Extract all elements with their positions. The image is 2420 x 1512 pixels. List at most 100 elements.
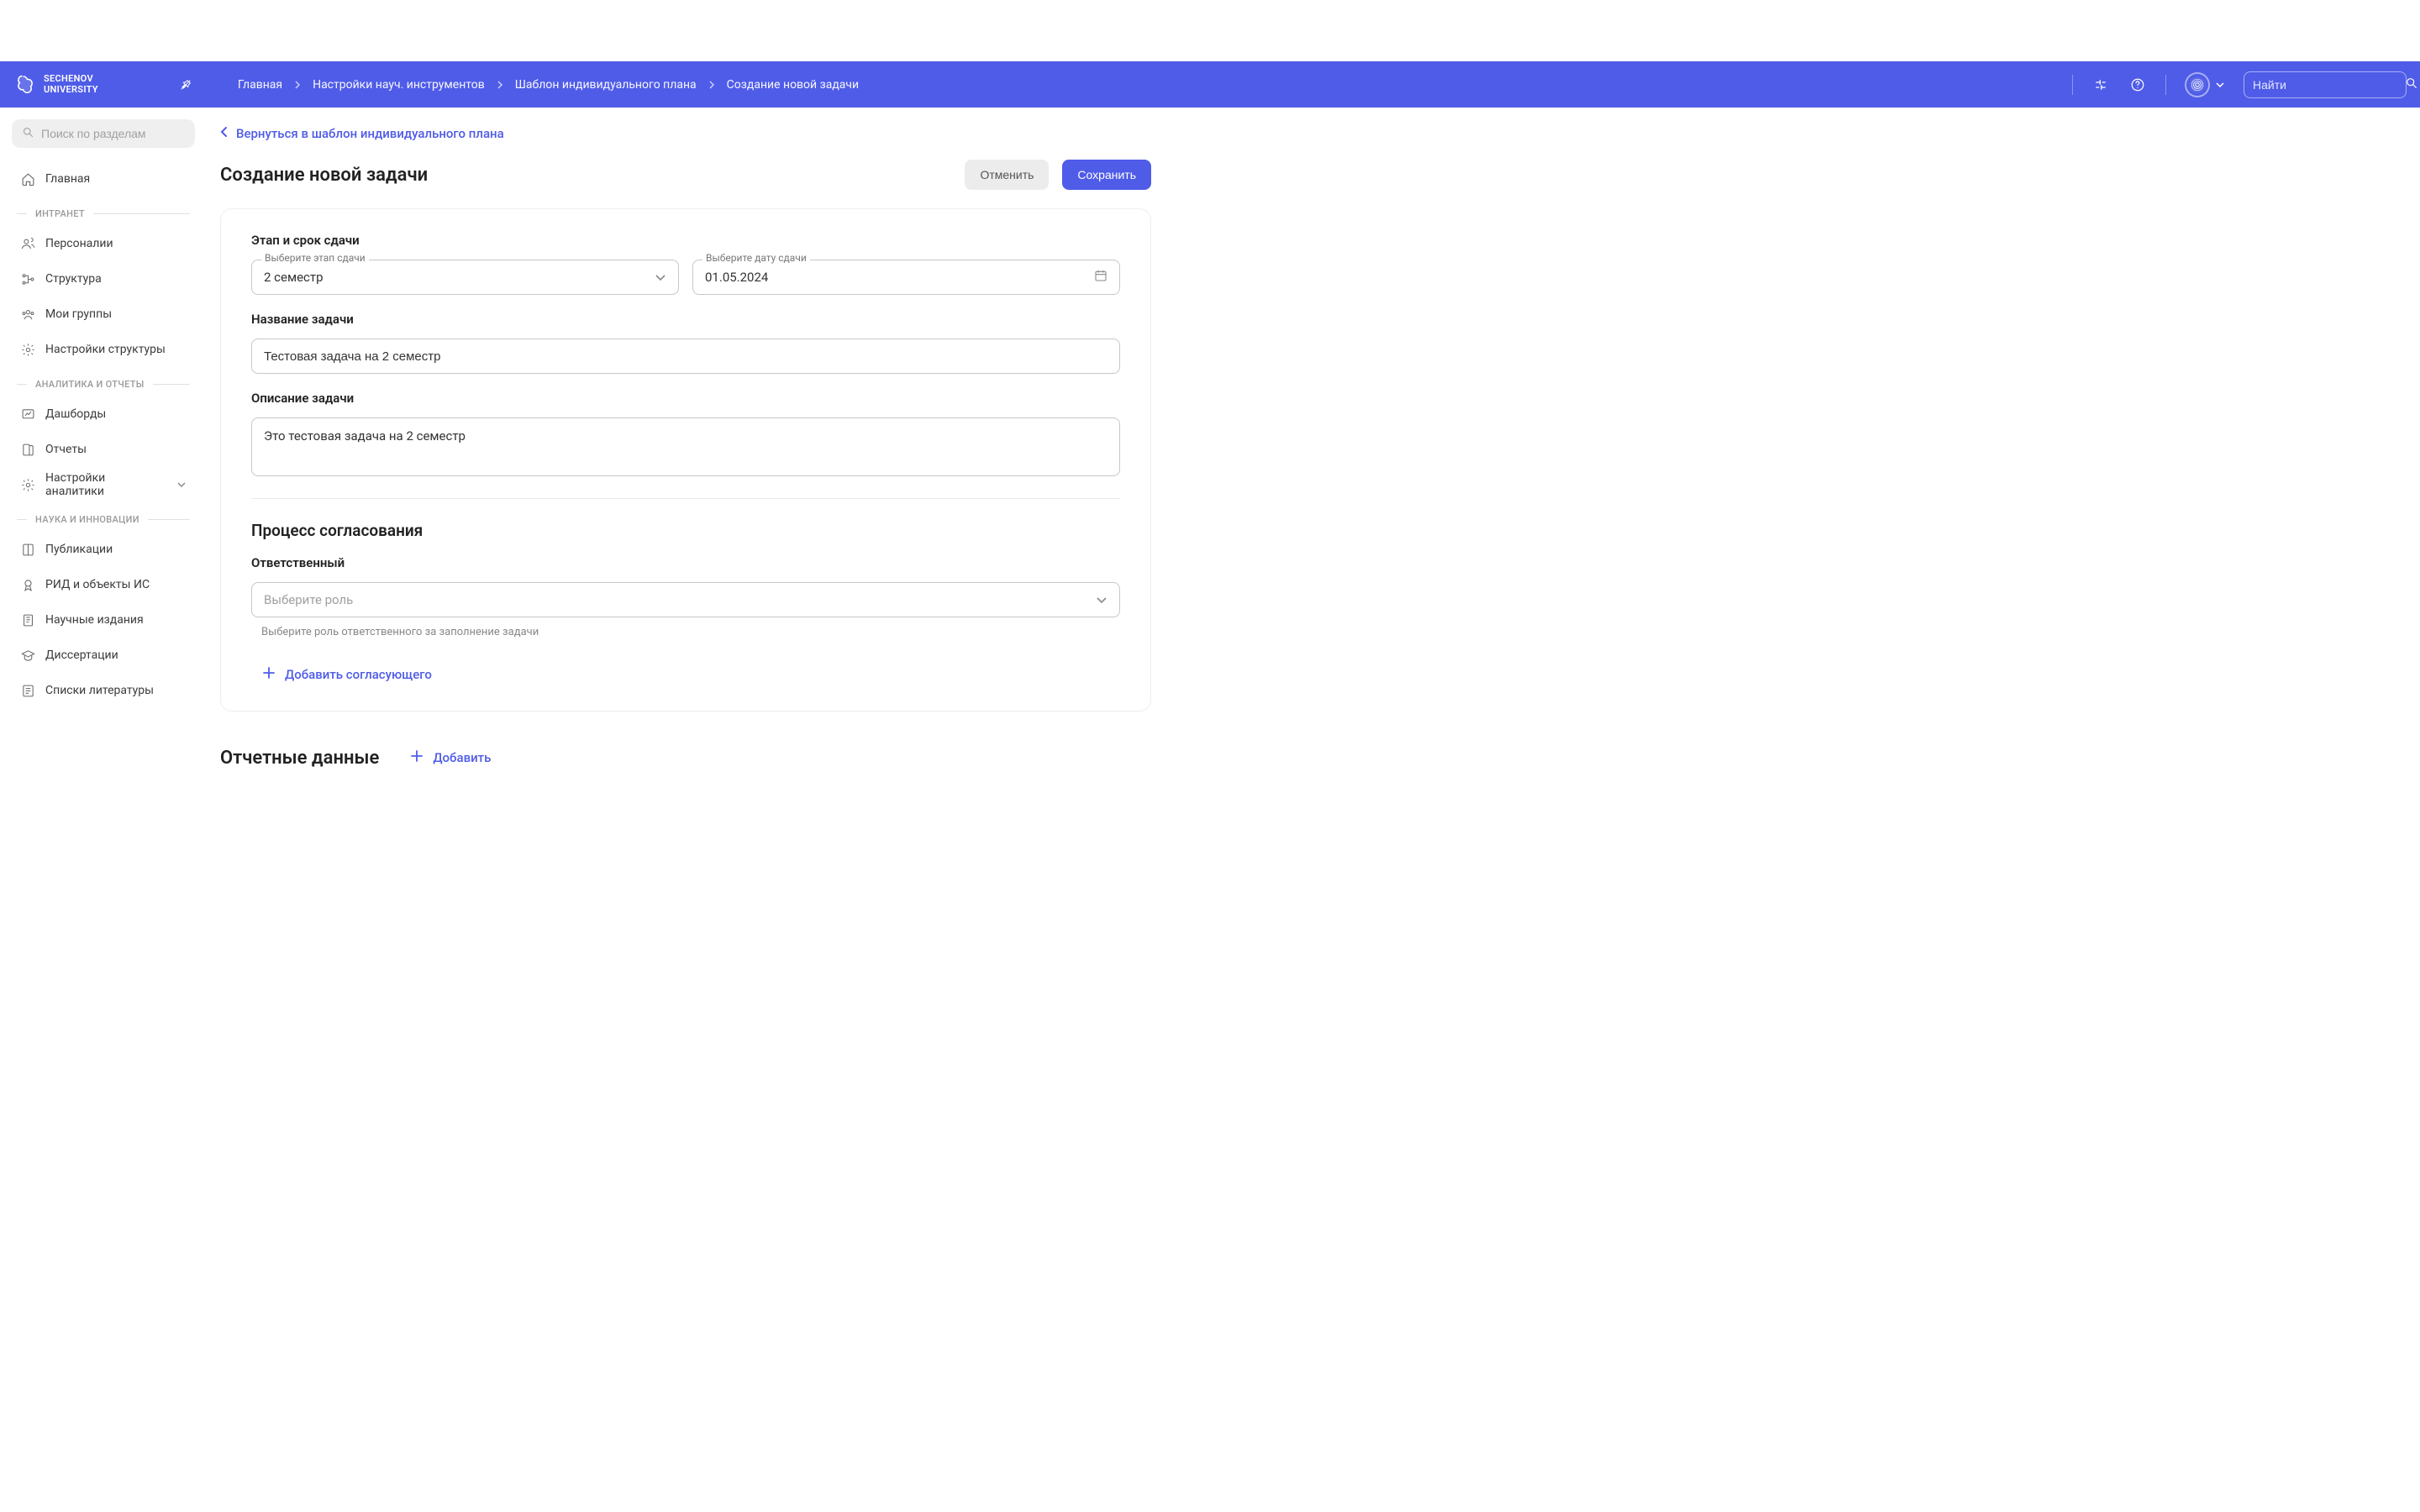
blank-region xyxy=(0,0,2420,61)
add-report-button[interactable]: Добавить xyxy=(399,745,502,770)
sidebar-item-dissertacii[interactable]: Диссертации xyxy=(12,638,195,673)
gear-icon xyxy=(20,342,35,357)
sidebar-item-label: Настройки аналитики xyxy=(45,471,166,498)
journal-icon xyxy=(20,612,35,627)
add-approver-button[interactable]: Добавить согласующего xyxy=(251,662,444,687)
search-icon xyxy=(2405,76,2418,93)
sidebar-item-rid[interactable]: РИД и объекты ИС xyxy=(12,567,195,602)
book-icon xyxy=(20,542,35,557)
brain-logo-icon xyxy=(13,73,37,97)
stage-legend: Выберите этап сдачи xyxy=(261,252,369,264)
sidebar-search[interactable] xyxy=(12,119,195,148)
sidebar-item-label: Списки литературы xyxy=(45,684,154,697)
date-value: 01.05.2024 xyxy=(705,270,1094,285)
sidebar-item-label: Мои группы xyxy=(45,307,112,321)
task-name-wrapper xyxy=(251,339,1120,374)
divider xyxy=(2165,75,2166,95)
responsible-select[interactable]: Выберите роль xyxy=(251,582,1120,617)
sidebar-item-otchety[interactable]: Отчеты xyxy=(12,432,195,467)
sidebar-item-nastroiki-struktury[interactable]: Настройки структуры xyxy=(12,332,195,367)
sidebar-section-analytics: АНАЛИТИКА И ОТЧЕТЫ xyxy=(12,379,195,390)
sidebar: Главная ИНТРАНЕТ Персоналии Структура Мо… xyxy=(0,108,207,821)
dashboard-icon xyxy=(20,407,35,422)
app-header: SECHENOV UNIVERSITY Главная Настройки на… xyxy=(0,61,2420,108)
main-content: Вернуться в шаблон индивидуального плана… xyxy=(207,108,1165,821)
report-icon xyxy=(20,442,35,457)
sidebar-item-spiski-literatury[interactable]: Списки литературы xyxy=(12,673,195,708)
settings-sliders-icon[interactable] xyxy=(2091,76,2110,94)
report-section-row: Отчетные данные Добавить xyxy=(220,745,1151,770)
help-icon[interactable] xyxy=(2128,76,2147,94)
search-icon xyxy=(22,126,34,142)
breadcrumb-item[interactable]: Настройки науч. инструментов xyxy=(313,78,485,92)
global-search[interactable] xyxy=(2244,71,2407,98)
breadcrumb: Главная Настройки науч. инструментов Шаб… xyxy=(238,78,2055,92)
breadcrumb-item[interactable]: Создание новой задачи xyxy=(727,78,859,92)
stage-fieldset: Выберите этап сдачи 2 семестр xyxy=(251,260,679,295)
responsible-helper: Выберите роль ответственного за заполнен… xyxy=(251,626,1120,638)
group-icon xyxy=(20,307,35,322)
task-desc-wrapper xyxy=(251,417,1120,476)
plus-icon xyxy=(263,667,275,682)
sidebar-item-label: Научные издания xyxy=(45,613,144,627)
sidebar-search-input[interactable] xyxy=(41,127,193,140)
sidebar-item-nauch-izdaniya[interactable]: Научные издания xyxy=(12,602,195,638)
stage-value: 2 семестр xyxy=(264,270,655,285)
task-name-input[interactable] xyxy=(264,349,1107,364)
chevron-right-icon xyxy=(497,80,503,90)
stage-heading: Этап и срок сдачи xyxy=(251,233,1120,248)
chevron-right-icon xyxy=(708,80,715,90)
avatar-icon xyxy=(2185,72,2210,97)
form-card: Этап и срок сдачи Выберите этап сдачи 2 … xyxy=(220,208,1151,711)
chevron-left-icon xyxy=(220,126,228,141)
sidebar-item-label: Отчеты xyxy=(45,443,87,456)
sidebar-item-label: Персоналии xyxy=(45,237,113,250)
sidebar-item-label: Диссертации xyxy=(45,648,118,662)
chevron-down-icon xyxy=(176,478,187,491)
sidebar-item-publikacii[interactable]: Публикации xyxy=(12,532,195,567)
sidebar-item-label: Дашборды xyxy=(45,407,106,421)
sidebar-item-label: Структура xyxy=(45,272,102,286)
home-icon xyxy=(20,171,35,186)
graduation-cap-icon xyxy=(20,648,35,663)
plus-icon xyxy=(411,750,423,765)
breadcrumb-item[interactable]: Главная xyxy=(238,78,282,92)
cancel-button[interactable]: Отменить xyxy=(965,160,1049,190)
sidebar-item-moi-gruppy[interactable]: Мои группы xyxy=(12,297,195,332)
date-fieldset: Выберите дату сдачи 01.05.2024 xyxy=(692,260,1120,295)
divider xyxy=(2072,75,2073,95)
stage-select[interactable]: 2 семестр xyxy=(251,260,679,295)
list-icon xyxy=(20,683,35,698)
sidebar-item-struktura[interactable]: Структура xyxy=(12,261,195,297)
date-picker[interactable]: 01.05.2024 xyxy=(692,260,1120,295)
date-legend: Выберите дату сдачи xyxy=(702,252,810,264)
chevron-down-icon xyxy=(655,270,666,285)
users-icon xyxy=(20,236,35,251)
back-link[interactable]: Вернуться в шаблон индивидуального плана xyxy=(220,123,504,144)
sidebar-item-label: Настройки структуры xyxy=(45,343,166,356)
divider xyxy=(251,498,1120,499)
header-actions xyxy=(2072,71,2407,98)
chevron-down-icon xyxy=(1096,592,1107,607)
sidebar-item-nastroiki-analitiki[interactable]: Настройки аналитики xyxy=(12,467,195,502)
search-input[interactable] xyxy=(2253,78,2405,92)
pin-toggle[interactable] xyxy=(174,73,197,97)
sidebar-section-science: НАУКА И ИННОВАЦИИ xyxy=(12,514,195,525)
responsible-placeholder: Выберите роль xyxy=(264,592,1096,607)
breadcrumb-item[interactable]: Шаблон индивидуального плана xyxy=(515,78,697,92)
title-row: Создание новой задачи Отменить Сохранить xyxy=(220,160,1151,190)
sidebar-item-dashbordy[interactable]: Дашборды xyxy=(12,396,195,432)
sidebar-item-personalii[interactable]: Персоналии xyxy=(12,226,195,261)
approval-heading: Процесс согласования xyxy=(251,521,1120,540)
brand-logo[interactable]: SECHENOV UNIVERSITY xyxy=(13,73,98,97)
task-desc-label: Описание задачи xyxy=(251,391,1120,406)
sidebar-item-label: Главная xyxy=(45,172,90,186)
award-icon xyxy=(20,577,35,592)
user-menu[interactable] xyxy=(2185,72,2225,97)
task-desc-input[interactable] xyxy=(264,428,1107,465)
page-title: Создание новой задачи xyxy=(220,165,428,186)
chevron-right-icon xyxy=(294,80,301,90)
save-button[interactable]: Сохранить xyxy=(1062,160,1151,190)
sidebar-item-home[interactable]: Главная xyxy=(12,161,195,197)
sidebar-section-intranet: ИНТРАНЕТ xyxy=(12,208,195,219)
